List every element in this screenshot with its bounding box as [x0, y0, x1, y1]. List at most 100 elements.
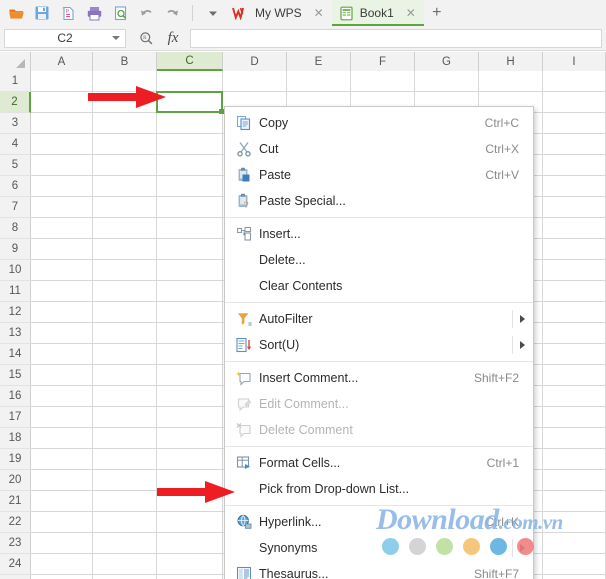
- cell-I4[interactable]: [543, 134, 606, 155]
- column-header-H[interactable]: H: [479, 52, 543, 71]
- row-header-5[interactable]: 5: [0, 155, 31, 176]
- menu-item-paste-special[interactable]: ? Paste Special...: [225, 188, 533, 214]
- cell-A14[interactable]: [31, 344, 93, 365]
- cell-I10[interactable]: [543, 260, 606, 281]
- cell-B19[interactable]: [93, 449, 157, 470]
- row-header-4[interactable]: 4: [0, 134, 31, 155]
- cell-A5[interactable]: [31, 155, 93, 176]
- name-box[interactable]: C2: [4, 28, 126, 48]
- cell-C10[interactable]: [157, 260, 223, 281]
- cell-E1[interactable]: [287, 71, 351, 92]
- new-tab-button[interactable]: +: [424, 0, 450, 26]
- cell-C25[interactable]: [157, 575, 223, 579]
- column-header-E[interactable]: E: [287, 52, 351, 71]
- chevron-down-icon[interactable]: [112, 36, 120, 40]
- cell-B22[interactable]: [93, 512, 157, 533]
- menu-item-delete[interactable]: Delete...: [225, 247, 533, 273]
- cell-A21[interactable]: [31, 491, 93, 512]
- cell-A6[interactable]: [31, 176, 93, 197]
- row-header-19[interactable]: 19: [0, 449, 31, 470]
- cell-I8[interactable]: [543, 218, 606, 239]
- tab-close-icon[interactable]: ✕: [406, 7, 416, 19]
- menu-item-pick-from-drop-down-list[interactable]: Pick from Drop-down List...: [225, 476, 533, 502]
- cell-I24[interactable]: [543, 554, 606, 575]
- cell-C4[interactable]: [157, 134, 223, 155]
- cell-B15[interactable]: [93, 365, 157, 386]
- cell-B8[interactable]: [93, 218, 157, 239]
- menu-item-sort-u[interactable]: Sort(U): [225, 332, 533, 358]
- cell-B17[interactable]: [93, 407, 157, 428]
- cell-A20[interactable]: [31, 470, 93, 491]
- cell-A4[interactable]: [31, 134, 93, 155]
- cell-C7[interactable]: [157, 197, 223, 218]
- cell-C14[interactable]: [157, 344, 223, 365]
- menu-item-thesaurus[interactable]: Thesaurus... Shift+F7: [225, 561, 533, 579]
- row-header-3[interactable]: 3: [0, 113, 31, 134]
- row-header-16[interactable]: 16: [0, 386, 31, 407]
- cell-B21[interactable]: [93, 491, 157, 512]
- undo-icon[interactable]: [136, 3, 156, 23]
- cell-B11[interactable]: [93, 281, 157, 302]
- cell-C18[interactable]: [157, 428, 223, 449]
- redo-icon[interactable]: [162, 3, 182, 23]
- menu-item-synonyms[interactable]: Synonyms: [225, 535, 533, 561]
- column-header-C[interactable]: C: [157, 52, 223, 71]
- row-header-17[interactable]: 17: [0, 407, 31, 428]
- cell-I25[interactable]: [543, 575, 606, 579]
- cell-B24[interactable]: [93, 554, 157, 575]
- cell-C17[interactable]: [157, 407, 223, 428]
- cell-C16[interactable]: [157, 386, 223, 407]
- cell-B18[interactable]: [93, 428, 157, 449]
- cell-B10[interactable]: [93, 260, 157, 281]
- menu-item-hyperlink[interactable]: Hyperlink... Ctrl+K: [225, 509, 533, 535]
- cell-C19[interactable]: [157, 449, 223, 470]
- cell-I11[interactable]: [543, 281, 606, 302]
- cell-I1[interactable]: [543, 71, 606, 92]
- cell-I19[interactable]: [543, 449, 606, 470]
- row-header-10[interactable]: 10: [0, 260, 31, 281]
- cell-I18[interactable]: [543, 428, 606, 449]
- cell-I12[interactable]: [543, 302, 606, 323]
- cell-B4[interactable]: [93, 134, 157, 155]
- menu-item-autofilter[interactable]: AutoFilter: [225, 306, 533, 332]
- customize-caret-icon[interactable]: [203, 3, 223, 23]
- cell-I22[interactable]: [543, 512, 606, 533]
- row-header-22[interactable]: 22: [0, 512, 31, 533]
- cell-A25[interactable]: [31, 575, 93, 579]
- cell-C8[interactable]: [157, 218, 223, 239]
- cell-I17[interactable]: [543, 407, 606, 428]
- cell-I23[interactable]: [543, 533, 606, 554]
- menu-item-format-cells[interactable]: Format Cells... Ctrl+1: [225, 450, 533, 476]
- cell-I6[interactable]: [543, 176, 606, 197]
- row-header-24[interactable]: 24: [0, 554, 31, 575]
- column-header-B[interactable]: B: [93, 52, 157, 71]
- cell-B6[interactable]: [93, 176, 157, 197]
- column-header-F[interactable]: F: [351, 52, 415, 71]
- save-icon[interactable]: [32, 3, 52, 23]
- cell-A13[interactable]: [31, 323, 93, 344]
- select-all-corner[interactable]: [0, 52, 31, 71]
- cell-A19[interactable]: [31, 449, 93, 470]
- cell-C9[interactable]: [157, 239, 223, 260]
- cell-I20[interactable]: [543, 470, 606, 491]
- cell-A1[interactable]: [31, 71, 93, 92]
- cell-A11[interactable]: [31, 281, 93, 302]
- cell-C3[interactable]: [157, 113, 223, 134]
- cell-A22[interactable]: [31, 512, 93, 533]
- cell-B23[interactable]: [93, 533, 157, 554]
- cell-B5[interactable]: [93, 155, 157, 176]
- cell-C6[interactable]: [157, 176, 223, 197]
- cell-A9[interactable]: [31, 239, 93, 260]
- cell-B14[interactable]: [93, 344, 157, 365]
- print-preview-icon[interactable]: [110, 3, 130, 23]
- cell-A23[interactable]: [31, 533, 93, 554]
- cell-I13[interactable]: [543, 323, 606, 344]
- cell-I15[interactable]: [543, 365, 606, 386]
- menu-item-paste[interactable]: Paste Ctrl+V: [225, 162, 533, 188]
- cell-A18[interactable]: [31, 428, 93, 449]
- cell-F1[interactable]: [351, 71, 415, 92]
- cell-A3[interactable]: [31, 113, 93, 134]
- row-header-12[interactable]: 12: [0, 302, 31, 323]
- cell-C22[interactable]: [157, 512, 223, 533]
- cell-C23[interactable]: [157, 533, 223, 554]
